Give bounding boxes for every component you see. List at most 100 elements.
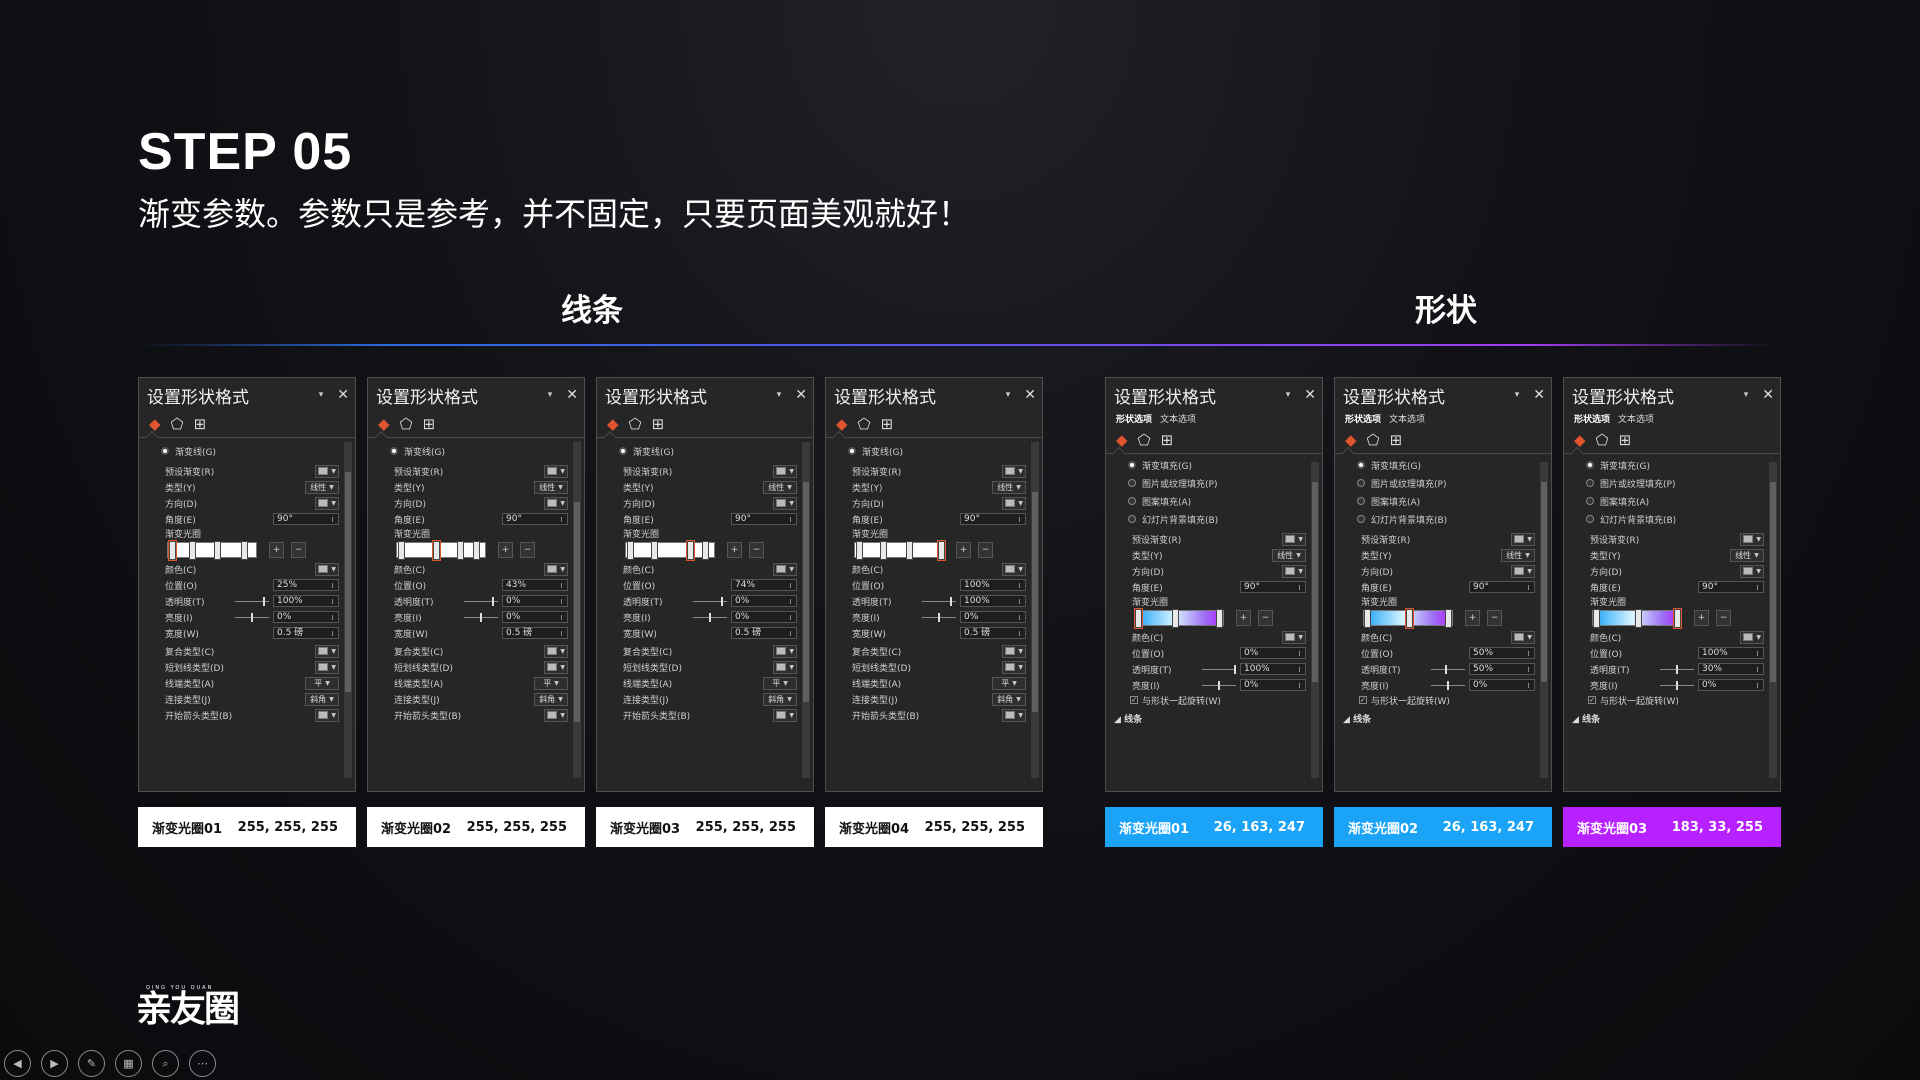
transparency-slider[interactable] [1660, 664, 1694, 674]
scrollbar-thumb[interactable] [803, 482, 809, 702]
radio-gradient-line[interactable]: 渐变线(G) [161, 444, 216, 458]
direction-picker[interactable]: ▼ [773, 496, 797, 510]
width-input[interactable]: 0.5 磅 [502, 627, 568, 639]
gradient-stop[interactable] [1172, 609, 1180, 628]
pentagon-icon[interactable]: ⬠ [1367, 433, 1380, 448]
panel-options-dropdown-icon[interactable]: ▾ [1006, 390, 1011, 400]
position-input[interactable]: 100% [960, 579, 1026, 591]
panel-close-icon[interactable]: ✕ [1024, 387, 1036, 403]
direction-picker[interactable]: ▼ [1282, 564, 1306, 578]
radio-picture-fill[interactable]: 图片或纹理填充(P) [1586, 476, 1675, 490]
radio-gradient-fill[interactable]: 渐变填充(G) [1128, 458, 1192, 472]
arrow-type-picker[interactable]: ▼ [1002, 708, 1026, 722]
transparency-input[interactable]: 100% [1240, 663, 1306, 675]
gradient-stops-bar[interactable] [396, 540, 486, 561]
gradient-stop[interactable] [1134, 608, 1143, 629]
size-layout-icon[interactable]: ⊞ [1390, 433, 1403, 448]
remove-gradient-stop-icon[interactable]: − [1487, 610, 1502, 626]
angle-input[interactable]: 90° [731, 513, 797, 525]
radio-gradient-line[interactable]: 渐变线(G) [848, 444, 903, 458]
gradient-stop[interactable] [702, 541, 710, 560]
add-gradient-stop-icon[interactable]: + [269, 542, 284, 558]
scrollbar-thumb[interactable] [574, 502, 580, 722]
size-layout-icon[interactable]: ⊞ [1161, 433, 1174, 448]
transparency-input[interactable]: 0% [731, 595, 797, 607]
direction-picker[interactable]: ▼ [315, 496, 339, 510]
gradient-stop[interactable] [213, 541, 221, 560]
gradient-stop[interactable] [1593, 609, 1600, 628]
gradient-stop[interactable] [626, 541, 634, 560]
transparency-input[interactable]: 50% [1469, 663, 1535, 675]
remove-gradient-stop-icon[interactable]: − [749, 542, 764, 558]
panel-options-dropdown-icon[interactable]: ▾ [1515, 390, 1520, 400]
position-input[interactable]: 0% [1240, 647, 1306, 659]
paint-bucket-icon[interactable]: ◆ [836, 417, 848, 432]
gradient-stop[interactable] [473, 541, 481, 560]
arrow-type-picker[interactable]: ▼ [544, 708, 568, 722]
panel-scrollbar[interactable] [1540, 462, 1548, 778]
preset-gradient-picker[interactable]: ▼ [1511, 532, 1535, 546]
add-gradient-stop-icon[interactable]: + [1465, 610, 1480, 626]
panel-close-icon[interactable]: ✕ [566, 387, 578, 403]
scrollbar-thumb[interactable] [1312, 482, 1318, 682]
type-select[interactable]: 线性 ▼ [992, 480, 1026, 494]
transparency-slider[interactable] [922, 596, 956, 606]
gradient-stop[interactable] [241, 541, 249, 560]
radio-slide-bg-fill[interactable]: 幻灯片背景填充(B) [1586, 512, 1676, 526]
position-input[interactable]: 100% [1698, 647, 1764, 659]
transparency-input[interactable]: 30% [1698, 663, 1764, 675]
tab-shape-options[interactable]: 形状选项 [1574, 412, 1610, 428]
panel-options-dropdown-icon[interactable]: ▾ [548, 390, 553, 400]
position-input[interactable]: 50% [1469, 647, 1535, 659]
position-input[interactable]: 74% [731, 579, 797, 591]
angle-input[interactable]: 90° [1240, 581, 1306, 593]
gradient-stop[interactable] [1364, 609, 1371, 628]
color-picker[interactable]: ▼ [1002, 562, 1026, 576]
radio-pattern-fill[interactable]: 图案填充(A) [1586, 494, 1649, 508]
gradient-stop[interactable] [650, 541, 658, 560]
cap-type-select[interactable]: 平 ▼ [992, 676, 1026, 690]
brightness-slider[interactable] [1431, 680, 1465, 690]
gradient-stop[interactable] [686, 540, 696, 561]
next-icon[interactable]: ▶ [41, 1050, 68, 1077]
gradient-stop[interactable] [906, 541, 914, 560]
paint-bucket-icon[interactable]: ◆ [1116, 433, 1128, 448]
pentagon-icon[interactable]: ⬠ [629, 417, 642, 432]
angle-input[interactable]: 90° [502, 513, 568, 525]
panel-close-icon[interactable]: ✕ [337, 387, 349, 403]
gradient-stop[interactable] [1404, 608, 1414, 629]
brightness-input[interactable]: 0% [502, 611, 568, 623]
scrollbar-thumb[interactable] [1770, 482, 1776, 682]
transparency-input[interactable]: 100% [273, 595, 339, 607]
type-select[interactable]: 线性 ▼ [1501, 548, 1535, 562]
color-picker[interactable]: ▼ [1282, 630, 1306, 644]
panel-close-icon[interactable]: ✕ [795, 387, 807, 403]
paint-bucket-icon[interactable]: ◆ [607, 417, 619, 432]
gradient-stops-bar[interactable] [1363, 608, 1453, 629]
panel-scrollbar[interactable] [344, 442, 352, 778]
gradient-stops-bar[interactable] [854, 540, 946, 561]
gradient-stop[interactable] [456, 541, 464, 560]
radio-gradient-line[interactable]: 渐变线(G) [390, 444, 445, 458]
dash-type-picker[interactable]: ▼ [1002, 660, 1026, 674]
transparency-slider-thumb[interactable] [721, 596, 723, 606]
preset-gradient-picker[interactable]: ▼ [1002, 464, 1026, 478]
position-input[interactable]: 43% [502, 579, 568, 591]
color-picker[interactable]: ▼ [1740, 630, 1764, 644]
radio-pattern-fill[interactable]: 图案填充(A) [1357, 494, 1420, 508]
tab-text-options[interactable]: 文本选项 [1618, 412, 1654, 428]
brightness-input[interactable]: 0% [960, 611, 1026, 623]
panel-options-dropdown-icon[interactable]: ▾ [319, 390, 324, 400]
size-layout-icon[interactable]: ⊞ [423, 417, 436, 432]
zoom-icon[interactable]: ⌕ [152, 1050, 179, 1077]
transparency-slider-thumb[interactable] [950, 596, 952, 606]
gradient-stop[interactable] [879, 541, 887, 560]
color-picker[interactable]: ▼ [315, 562, 339, 576]
width-input[interactable]: 0.5 磅 [960, 627, 1026, 639]
panel-options-dropdown-icon[interactable]: ▾ [1744, 390, 1749, 400]
brightness-slider[interactable] [235, 612, 269, 622]
width-input[interactable]: 0.5 磅 [273, 627, 339, 639]
color-picker[interactable]: ▼ [544, 562, 568, 576]
slides-grid-icon[interactable]: ▦ [115, 1050, 142, 1077]
transparency-slider-thumb[interactable] [492, 596, 494, 606]
